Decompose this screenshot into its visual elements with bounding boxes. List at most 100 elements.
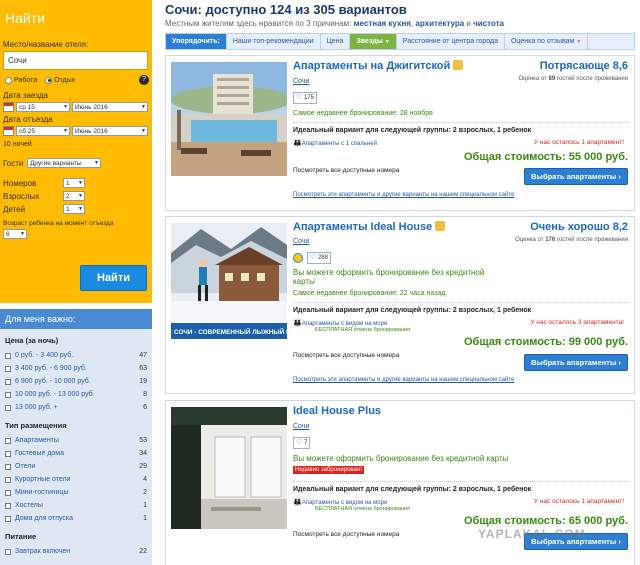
checkout-label: Дата отъезда — [3, 115, 53, 124]
filter-option-label: Завтрак включен — [15, 548, 71, 555]
filter-checkbox[interactable] — [5, 437, 11, 444]
radio-work[interactable] — [5, 76, 12, 84]
see-all-rooms-link[interactable]: Посмотреть все доступные номера — [293, 167, 399, 174]
filter-option[interactable]: Гостевые дома 34 — [5, 447, 147, 460]
checkin-day-select[interactable]: ср 15 — [16, 102, 70, 112]
filter-option-label: 13 000 руб. + — [15, 404, 58, 411]
special-site-link[interactable]: Посмотреть эти апартаменты и другие вари… — [293, 377, 514, 383]
filter-group-title[interactable]: Питание — [5, 532, 147, 541]
filter-group-title[interactable]: Тип размещения — [5, 421, 147, 430]
filter-option[interactable]: Курортные отели 4 — [5, 473, 147, 486]
child-age-label: Возраст ребенка на момент отъезда — [3, 220, 114, 227]
filter-option[interactable]: 6 900 руб. - 10 000 руб. 19 — [5, 375, 147, 388]
rating-prefix: Оценка от — [518, 76, 547, 82]
sort-top[interactable]: Наши топ-рекомендации — [227, 34, 321, 49]
like-count: 288 — [317, 255, 328, 261]
filter-option[interactable]: Апартаменты 53 — [5, 434, 147, 447]
filter-checkbox[interactable] — [5, 391, 11, 398]
radio-leisure[interactable] — [45, 76, 53, 84]
adults-label: Взрослых — [3, 191, 40, 201]
hotel-name[interactable]: Апартаменты Ideal House — [293, 221, 446, 233]
filter-option-count: 8 — [143, 391, 147, 398]
filter-option[interactable]: 10 000 руб. - 13 000 руб. 8 — [5, 388, 147, 401]
sort-price[interactable]: Цена — [321, 34, 351, 49]
see-all-rooms-link[interactable]: Посмотреть все доступные номера — [293, 352, 399, 359]
filter-option[interactable]: Отели 29 — [5, 460, 147, 473]
filter-checkbox[interactable] — [5, 352, 11, 359]
destination-input[interactable]: Сочи — [3, 51, 148, 70]
rating-score: Очень хорошо 8,2 — [530, 221, 628, 233]
guests-select[interactable]: Другие варианты — [27, 158, 101, 168]
like-button[interactable]: ♡ 288 — [307, 252, 331, 264]
dropdown-arrow-icon: ▼ — [576, 39, 582, 45]
recent-booking: Самое недавнее бронирование: 28 ноября — [293, 110, 433, 117]
rooms-select[interactable]: 1 — [63, 178, 85, 188]
photo-caption: СОЧИ - СОВРЕМЕННЫЙ ЛЫЖНЫЙ КУРОРТ — [174, 327, 287, 336]
hotel-name[interactable]: Ideal House Plus — [293, 405, 381, 417]
filter-checkbox[interactable] — [5, 463, 11, 470]
results-main: Сочи: доступно 124 из 305 вариантов Мест… — [160, 0, 640, 565]
like-button[interactable]: ♡ 7 — [293, 437, 311, 449]
reason-link[interactable]: местная кухня — [354, 19, 411, 28]
filter-option[interactable]: 13 000 руб. + 6 — [5, 401, 147, 414]
subtitle: Местным жителям здесь нравится по 3 прич… — [165, 19, 640, 28]
filter-option[interactable]: Мини-гостиницы 2 — [5, 486, 147, 499]
room-type[interactable]: 👪Апартаменты с видом на море — [293, 319, 387, 327]
filter-option[interactable]: Хостелы 1 — [5, 499, 147, 512]
special-site-link[interactable]: Посмотреть эти апартаменты и другие вари… — [293, 192, 514, 198]
total-price: Общая стоимость: 99 000 руб. — [464, 336, 628, 348]
reason-link[interactable]: чистота — [473, 19, 504, 28]
filter-checkbox[interactable] — [5, 515, 11, 522]
calendar-icon[interactable] — [3, 126, 14, 136]
filter-checkbox[interactable] — [5, 502, 11, 509]
room-type[interactable]: 👪Апартаменты с 1 спальней — [293, 139, 377, 147]
filter-option-count: 29 — [139, 463, 147, 470]
children-select[interactable]: 1 — [63, 204, 85, 214]
thumbs-up-icon — [435, 221, 446, 231]
filter-checkbox[interactable] — [5, 548, 11, 555]
see-all-rooms-link[interactable]: Посмотреть все доступные номера — [293, 531, 399, 538]
search-button[interactable]: Найти — [80, 265, 147, 291]
filter-checkbox[interactable] — [5, 476, 11, 483]
filter-option[interactable]: Завтрак включен 22 — [5, 545, 147, 558]
filter-option-label: 6 900 руб. - 10 000 руб. — [15, 378, 91, 385]
filter-group: Питание Завтрак включен 22 — [0, 525, 152, 558]
filter-option-count: 2 — [143, 489, 147, 496]
adults-select[interactable]: 2 — [63, 191, 85, 201]
sort-reviews[interactable]: Оценка по отзывам ▼ — [505, 34, 589, 49]
filter-checkbox[interactable] — [5, 489, 11, 496]
hotel-photo[interactable]: СОЧИ - СОВРЕМЕННЫЙ ЛЫЖНЫЙ КУРОРТ — [171, 223, 287, 339]
ideal-group: Идеальный вариант для следующей группы: … — [293, 302, 629, 314]
filter-option[interactable]: Дома для отпуска 1 — [5, 512, 147, 525]
checkout-day-select[interactable]: сб 25 — [16, 126, 70, 136]
choose-button[interactable]: Выбрать апартаменты › — [524, 354, 628, 371]
checkin-label: Дата заезда — [3, 91, 48, 100]
checkin-month-select[interactable]: Июнь 2016 — [72, 102, 148, 112]
checkout-month-select[interactable]: Июнь 2016 — [72, 126, 148, 136]
hotel-photo[interactable] — [171, 407, 287, 529]
hotel-city-link[interactable]: Сочи — [293, 423, 309, 430]
like-button[interactable]: ♡ 175 — [293, 92, 317, 104]
filter-group-title[interactable]: Цена (за ночь) — [5, 336, 147, 345]
filter-option[interactable]: 3 400 руб. - 6 900 руб. 63 — [5, 362, 147, 375]
child-age-select[interactable]: 6 — [3, 229, 27, 239]
filter-checkbox[interactable] — [5, 404, 11, 411]
room-type[interactable]: 👪Апартаменты с видом на море — [293, 498, 387, 506]
filter-checkbox[interactable] — [5, 450, 11, 457]
filter-option[interactable]: 0 руб. - 3 400 руб. 47 — [5, 349, 147, 362]
hotel-photo[interactable] — [171, 62, 287, 176]
reason-link[interactable]: архитектура — [415, 19, 464, 28]
sort-stars[interactable]: Звезды ▼ — [350, 34, 397, 49]
calendar-icon[interactable] — [3, 102, 14, 112]
dropdown-arrow-icon: ▼ — [384, 39, 390, 45]
hotel-city-link[interactable]: Сочи — [293, 78, 309, 85]
hotel-city-link[interactable]: Сочи — [293, 238, 309, 245]
rating-count: 89 — [548, 76, 556, 82]
choose-button[interactable]: Выбрать апартаменты › — [524, 168, 628, 185]
filter-checkbox[interactable] — [5, 378, 11, 385]
people-icon: 👪 — [293, 499, 302, 506]
filter-checkbox[interactable] — [5, 365, 11, 372]
hotel-name[interactable]: Апартаменты на Джигитской — [293, 60, 464, 72]
help-icon[interactable]: ? — [139, 75, 149, 85]
sort-distance[interactable]: Расстояние от центра города — [397, 34, 505, 49]
